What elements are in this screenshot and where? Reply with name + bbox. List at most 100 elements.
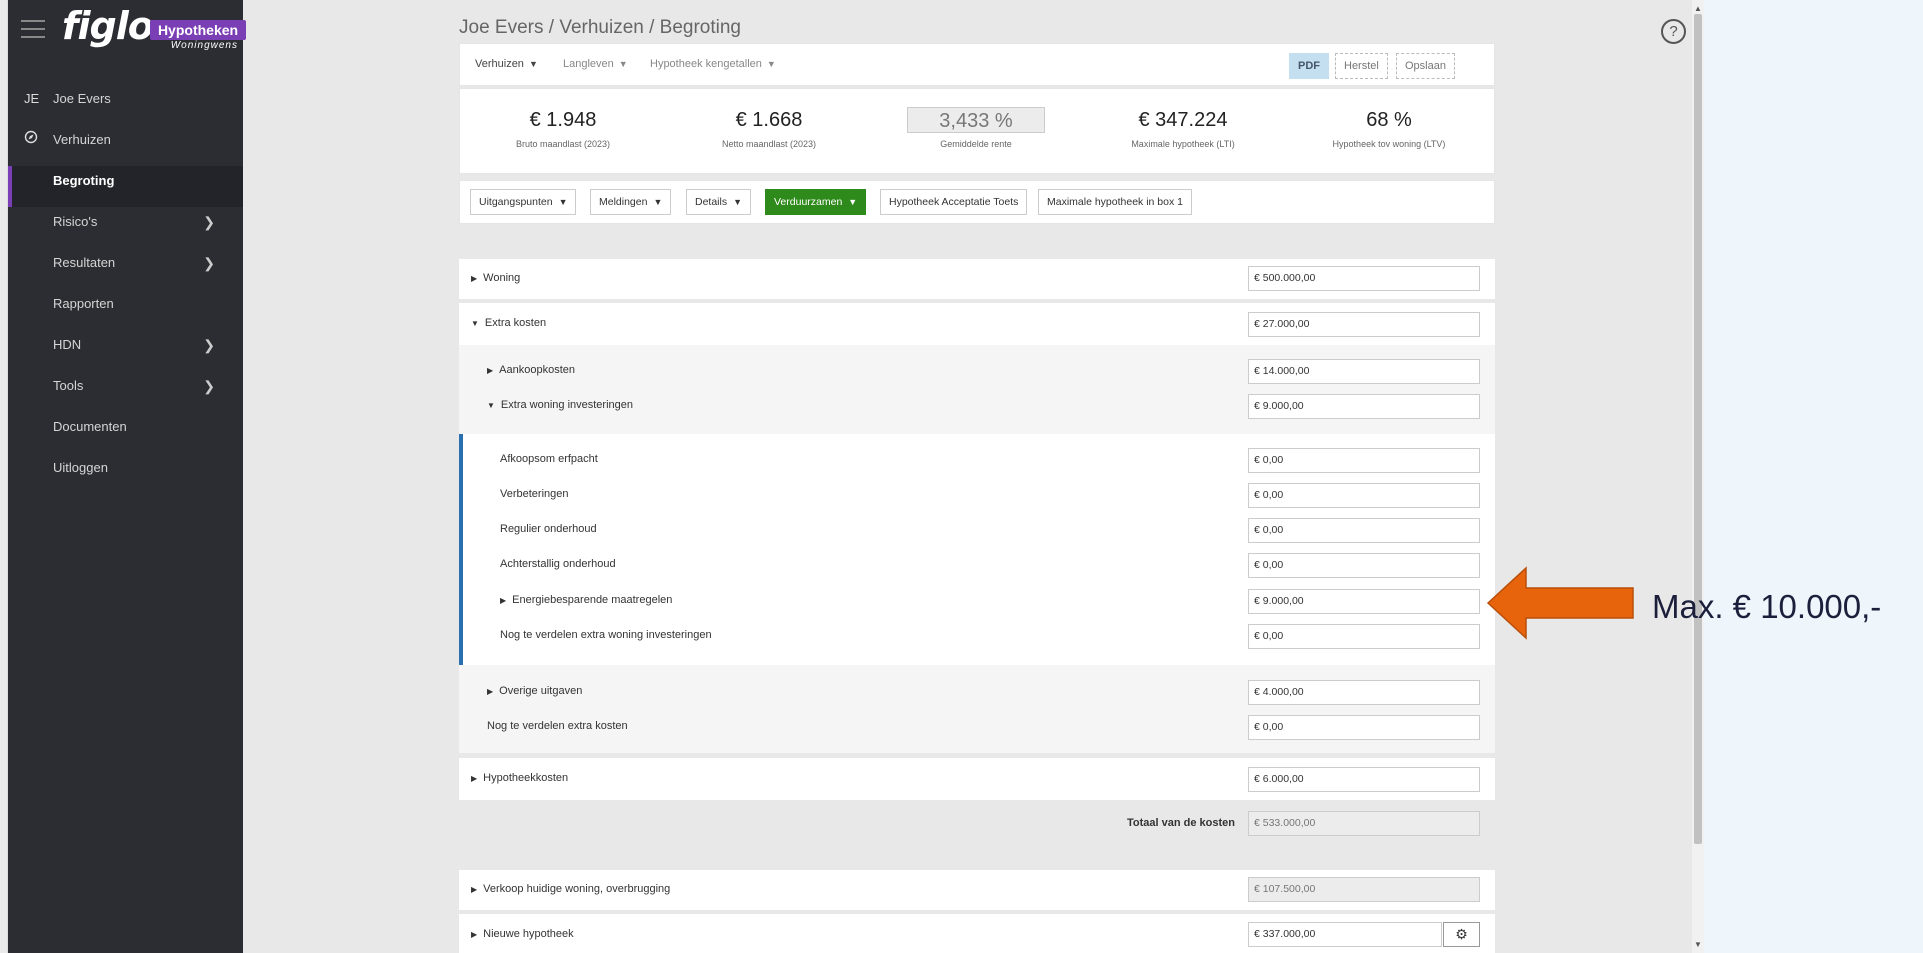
sidebar-item-resultaten[interactable]: Resultaten ❯ bbox=[8, 248, 243, 289]
tab-verduurzamen[interactable]: Verduurzamen ▼ bbox=[765, 189, 867, 215]
scroll-thumb[interactable] bbox=[1694, 14, 1702, 844]
row-toggle[interactable]: ▶ Verkoop huidige woning, overbrugging bbox=[471, 883, 670, 895]
aankoopkosten-input[interactable]: € 14.000,00 bbox=[1248, 359, 1480, 384]
chevron-down-icon: ❯ bbox=[203, 255, 215, 271]
sidebar-item-label: Verhuizen bbox=[53, 132, 111, 147]
stat-maximale-hypotheek: € 347.224 Maximale hypotheek (LTI) bbox=[1080, 107, 1286, 149]
row-label-regulier: Regulier onderhoud bbox=[500, 523, 597, 535]
hamburger-menu-icon[interactable] bbox=[21, 20, 45, 44]
caret-down-icon: ▼ bbox=[487, 401, 495, 410]
hypotheekkosten-input[interactable]: € 6.000,00 bbox=[1248, 767, 1480, 792]
row-label-afkoopsom: Afkoopsom erfpacht bbox=[500, 453, 598, 465]
row-toggle-overige[interactable]: ▶ Overige uitgaven bbox=[487, 685, 582, 697]
nieuwe-hypotheek-input[interactable]: € 337.000,00 bbox=[1248, 922, 1442, 947]
scroll-up-icon[interactable]: ▲ bbox=[1694, 4, 1702, 13]
nog-kosten-input[interactable]: € 0,00 bbox=[1248, 715, 1480, 740]
user-initials: JE bbox=[24, 91, 40, 106]
scrollbar[interactable]: ▲ ▼ bbox=[1692, 0, 1704, 953]
sidebar-item-joe-evers[interactable]: JE Joe Evers bbox=[8, 84, 243, 125]
row-toggle-extra-woning[interactable]: ▼ Extra woning investeringen bbox=[487, 399, 633, 411]
row-label: Overige uitgaven bbox=[499, 685, 583, 697]
scroll-down-icon[interactable]: ▼ bbox=[1694, 940, 1702, 949]
woning-input[interactable]: € 500.000,00 bbox=[1248, 266, 1480, 291]
row-label: Extra kosten bbox=[484, 317, 547, 329]
caret-down-icon: ▼ bbox=[653, 197, 663, 207]
tab-uitgangspunten[interactable]: Uitgangspunten ▼ bbox=[470, 189, 577, 215]
afkoopsom-input[interactable]: € 0,00 bbox=[1248, 448, 1480, 473]
figlo-logo: figlo bbox=[62, 4, 154, 48]
row-label: Verkoop huidige woning, overbrugging bbox=[483, 883, 671, 895]
caret-down-icon: ▼ bbox=[471, 319, 479, 328]
stat-bruto-maandlast: € 1.948 Bruto maandlast (2023) bbox=[460, 107, 666, 149]
totaal-value: € 533.000,00 bbox=[1248, 811, 1480, 836]
gears-icon[interactable]: ⚙ bbox=[1443, 922, 1480, 947]
sidebar-item-documenten[interactable]: Documenten bbox=[8, 412, 243, 453]
app-frame: figlo Hypotheken Woningwens JE Joe Evers… bbox=[0, 0, 1704, 953]
caret-down-icon: ▼ bbox=[733, 197, 743, 207]
row-label: Nieuwe hypotheek bbox=[483, 928, 574, 940]
logo-area: figlo Hypotheken Woningwens bbox=[18, 4, 246, 56]
caret-right-icon: ▶ bbox=[487, 687, 494, 696]
sidebar-item-begroting[interactable]: Begroting bbox=[8, 166, 243, 207]
row-label-achterstallig: Achterstallig onderhoud bbox=[500, 558, 616, 570]
energie-input[interactable]: € 9.000,00 bbox=[1248, 589, 1480, 614]
stat-label: Hypotheek tov woning (LTV) bbox=[1332, 139, 1446, 149]
sidebar-item-tools[interactable]: Tools ❯ bbox=[8, 371, 243, 412]
sidebar-item-label: Uitloggen bbox=[53, 460, 108, 475]
overige-input[interactable]: € 4.000,00 bbox=[1248, 680, 1480, 705]
nog-investeringen-input[interactable]: € 0,00 bbox=[1248, 624, 1480, 649]
sidebar-item-uitloggen[interactable]: Uitloggen bbox=[8, 453, 243, 494]
tab-label: Verduurzamen bbox=[774, 196, 843, 208]
caret-right-icon: ▶ bbox=[471, 930, 478, 939]
tab-hypotheek-acceptatie-toets[interactable]: Hypotheek Acceptatie Toets bbox=[880, 189, 1028, 215]
stat-value: € 1.668 bbox=[735, 109, 803, 131]
row-toggle[interactable]: ▼ Extra kosten bbox=[471, 317, 546, 329]
tab-maximale-hypotheek-box1[interactable]: Maximale hypotheek in box 1 bbox=[1038, 189, 1192, 215]
row-label-nog-investeringen: Nog te verdelen extra woning investering… bbox=[500, 629, 712, 641]
achterstallig-input[interactable]: € 0,00 bbox=[1248, 553, 1480, 578]
tab-label: Details bbox=[695, 196, 728, 208]
nav-hypotheek-kengetallen[interactable]: Hypotheek kengetallen ▼ bbox=[650, 58, 776, 70]
extra-kosten-input[interactable]: € 27.000,00 bbox=[1248, 312, 1480, 337]
nav-label: Hypotheek kengetallen bbox=[650, 58, 762, 70]
row-toggle-aankoopkosten[interactable]: ▶ Aankoopkosten bbox=[487, 364, 575, 376]
nav-langleven[interactable]: Langleven ▼ bbox=[563, 58, 628, 70]
tab-details[interactable]: Details ▼ bbox=[686, 189, 752, 215]
window-edge bbox=[0, 0, 8, 953]
sidebar-item-label: Documenten bbox=[53, 419, 127, 434]
row-toggle[interactable]: ▶ Nieuwe hypotheek bbox=[471, 928, 574, 940]
verbeteringen-input[interactable]: € 0,00 bbox=[1248, 483, 1480, 508]
totaal-label: Totaal van de kosten bbox=[1127, 817, 1235, 829]
sidebar-item-label: Resultaten bbox=[53, 255, 116, 270]
regulier-input[interactable]: € 0,00 bbox=[1248, 518, 1480, 543]
row-toggle[interactable]: ▶ Hypotheekkosten bbox=[471, 772, 568, 784]
stat-ltv: 68 % Hypotheek tov woning (LTV) bbox=[1286, 107, 1492, 149]
row-woning: ▶ Woning € 500.000,00 bbox=[459, 259, 1495, 299]
tabs-bar: Uitgangspunten ▼ Meldingen ▼ Details ▼ Verd… bbox=[459, 180, 1495, 224]
brand-subtitle: Woningwens bbox=[170, 40, 238, 51]
sidebar-item-label: Begroting bbox=[53, 173, 115, 188]
herstel-button[interactable]: Herstel bbox=[1335, 53, 1388, 79]
opslaan-button[interactable]: Opslaan bbox=[1396, 53, 1455, 79]
stat-value: 3,433 % bbox=[907, 107, 1045, 133]
tab-meldingen[interactable]: Meldingen ▼ bbox=[590, 189, 672, 215]
row-toggle[interactable]: ▶ Woning bbox=[471, 272, 520, 284]
tab-label: Meldingen bbox=[599, 196, 648, 208]
help-icon[interactable]: ? bbox=[1661, 19, 1686, 44]
chevron-down-icon: ❯ bbox=[203, 214, 215, 230]
sidebar-item-hdn[interactable]: HDN ❯ bbox=[8, 330, 243, 371]
verkoop-value: € 107.500,00 bbox=[1248, 877, 1480, 902]
section-indicator bbox=[459, 434, 463, 665]
row-label: Aankoopkosten bbox=[499, 364, 575, 376]
nav-verhuizen[interactable]: Verhuizen ▼ bbox=[475, 58, 538, 70]
extra-woning-input[interactable]: € 9.000,00 bbox=[1248, 394, 1480, 419]
stat-netto-maandlast: € 1.668 Netto maandlast (2023) bbox=[666, 107, 872, 149]
row-toggle-energie[interactable]: ▶ Energiebesparende maatregelen bbox=[500, 594, 672, 606]
caret-down-icon: ▼ bbox=[766, 59, 776, 69]
sidebar-item-rapporten[interactable]: Rapporten bbox=[8, 289, 243, 330]
stats-panel: € 1.948 Bruto maandlast (2023) € 1.668 N… bbox=[459, 88, 1495, 174]
sidebar-item-risicos[interactable]: Risico's ❯ bbox=[8, 207, 243, 248]
pdf-button[interactable]: PDF bbox=[1289, 53, 1329, 79]
caret-down-icon: ▼ bbox=[558, 197, 568, 207]
sidebar-item-verhuizen[interactable]: Verhuizen bbox=[8, 125, 243, 166]
